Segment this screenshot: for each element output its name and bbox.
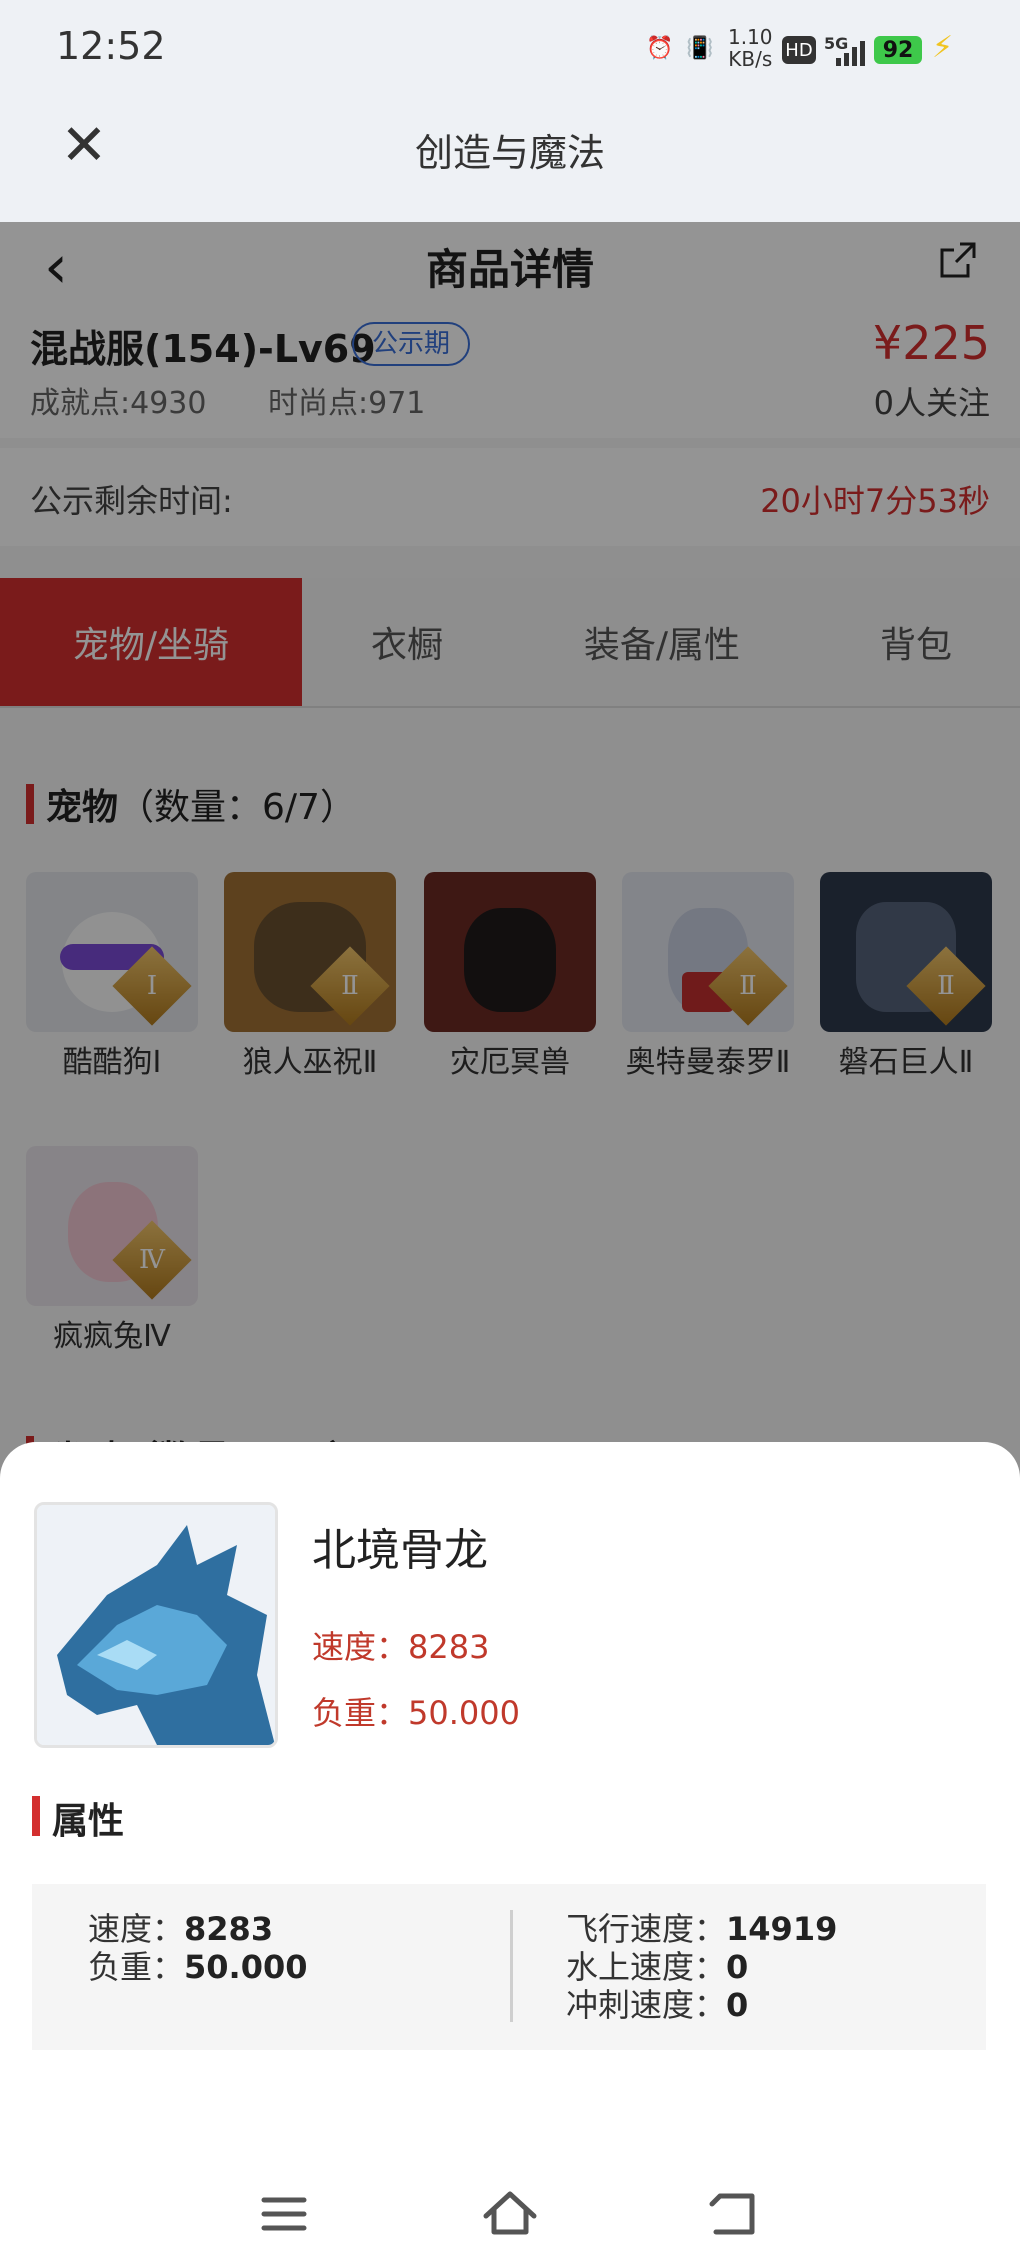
attr-value: 50.000 [184,1948,308,1986]
attr-row: 水上速度：0 [566,1948,837,1986]
network-speed-value: 1.10 [728,25,773,49]
attr-value: 0 [726,1986,749,2024]
attr-value: 0 [726,1948,749,1986]
home-icon[interactable] [480,2184,540,2244]
signal-icon [836,41,865,66]
menu-icon[interactable] [254,2184,314,2244]
back-nav-icon[interactable] [706,2184,766,2244]
mount-speed: 速度：8283 [312,1628,490,1666]
attributes-heading: 属性 [52,1801,125,1842]
network-speed: 1.10 KB/s [728,26,773,70]
attr-value: 14919 [726,1910,838,1948]
base-attributes: 速度：8283 负重：50.000 [88,1910,308,1986]
divider [510,1910,513,2022]
attr-label: 负重： [88,1948,185,1986]
network-speed-unit: KB/s [728,47,773,71]
app-header: 12:52 ⏰ 📳 1.10 KB/s HD 5G 92 ⚡ ✕ 创造与魔法 [0,0,1020,222]
attr-label: 冲刺速度： [566,1986,727,2024]
alarm-icon: ⏰ [646,35,674,61]
battery-icon: 92 [874,36,922,64]
dragon-image [37,1505,275,1745]
section-marker [32,1796,40,1836]
mount-portrait [34,1502,278,1748]
attributes-panel: 速度：8283 负重：50.000 飞行速度：14919 水上速度：0 冲刺速度… [32,1884,986,2050]
vibrate-icon: 📳 [686,35,714,61]
attr-row: 飞行速度：14919 [566,1910,837,1948]
clock: 12:52 [56,24,166,68]
movement-attributes: 飞行速度：14919 水上速度：0 冲刺速度：0 [566,1910,837,2024]
hd-icon: HD [782,36,816,64]
mount-load: 负重：50.000 [312,1694,520,1732]
attr-label: 水上速度： [566,1948,727,1986]
attr-row: 负重：50.000 [88,1948,308,1986]
attr-label: 速度： [88,1910,185,1948]
charging-icon: ⚡ [932,30,954,65]
attr-row: 冲刺速度：0 [566,1986,837,2024]
attr-row: 速度：8283 [88,1910,308,1948]
mount-name: 北境骨龙 [312,1525,488,1576]
mount-detail-sheet: 北境骨龙 速度：8283 负重：50.000 属性 速度：8283 负重：50.… [0,1442,1020,2267]
attr-label: 飞行速度： [566,1910,727,1948]
page-title: 创造与魔法 [414,131,605,175]
attr-value: 8283 [184,1910,274,1948]
